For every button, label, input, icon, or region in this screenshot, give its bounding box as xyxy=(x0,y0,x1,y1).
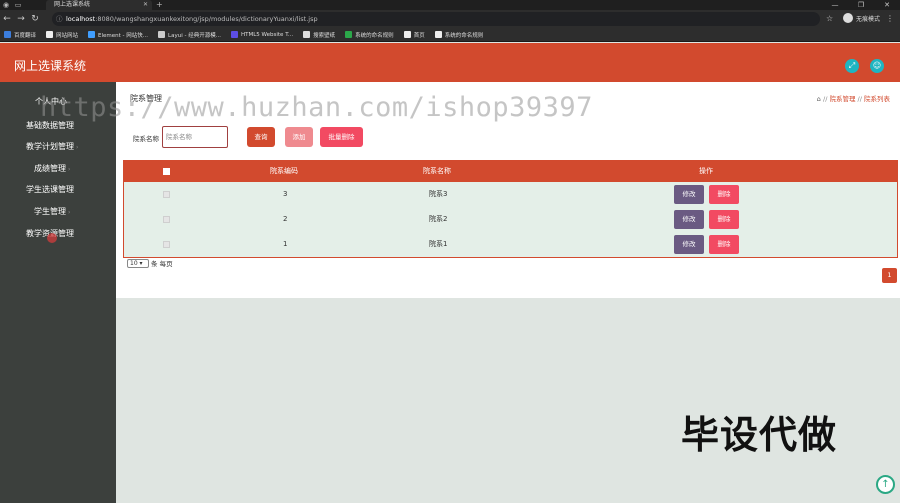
bookmark-icon xyxy=(403,31,411,38)
tab-overview-icon[interactable]: ▭ xyxy=(12,0,24,10)
cell-code: 3 xyxy=(283,190,288,198)
bookmark-icon xyxy=(303,31,311,38)
bookmarks-bar: 百度翻译 网站网站 Element - 网站快... Layui - 经典开源模… xyxy=(0,28,900,42)
bookmark-icon xyxy=(230,31,238,38)
row-checkbox[interactable] xyxy=(163,191,170,198)
bookmark-item[interactable]: Element - 网站快... xyxy=(88,31,148,39)
bookmark-item[interactable]: 首页 xyxy=(403,31,425,39)
bookmark-item[interactable]: 系统的命名规则 xyxy=(345,31,394,39)
sidebar: 个人中心 基础数据管理 教学计划管理› 成绩管理› 学生选课管理 学生管理› 教… xyxy=(0,82,116,503)
minimize-icon[interactable]: — xyxy=(822,0,848,10)
bookmark-icon xyxy=(4,31,11,38)
app-header: 网上选课系统 ⤢ ☺ xyxy=(0,43,900,82)
reload-icon[interactable]: ↻ xyxy=(28,14,42,24)
breadcrumb-item: 院系列表 xyxy=(864,95,890,103)
forward-icon[interactable]: → xyxy=(14,14,28,24)
table-row: 1 院系1 修改 删除 xyxy=(124,232,897,257)
edit-button[interactable]: 修改 xyxy=(674,210,704,229)
chevron-icon: › xyxy=(68,166,71,173)
new-tab-icon[interactable]: + xyxy=(156,0,163,10)
breadcrumb-item[interactable]: 院系管理 xyxy=(829,95,855,103)
bookmark-item[interactable]: 系统的命名规则 xyxy=(434,31,483,39)
column-header: 院系名称 xyxy=(423,167,451,175)
cell-code: 2 xyxy=(283,215,288,223)
bookmark-item[interactable]: HTML5 Website T... xyxy=(230,31,293,38)
chevron-icon: › xyxy=(68,209,71,216)
more-menu-icon[interactable]: ⋮ xyxy=(886,14,894,23)
table-row: 2 院系2 修改 删除 xyxy=(124,207,897,232)
search-label: 院系名称 xyxy=(133,135,159,143)
cell-name: 院系3 xyxy=(429,190,448,198)
scroll-to-top-icon[interactable]: ↑ xyxy=(876,475,895,494)
promo-stamp: 毕设代做 xyxy=(681,413,838,457)
breadcrumb: ⌂ // 院系管理 // 院系列表 xyxy=(816,95,890,103)
bookmark-icon xyxy=(46,31,54,38)
bookmark-icon xyxy=(345,31,353,38)
column-header: 院系编码 xyxy=(270,167,298,175)
close-tab-icon[interactable]: ✕ xyxy=(143,0,148,10)
window-controls: — ❐ ✕ xyxy=(822,0,900,10)
cell-code: 1 xyxy=(283,240,288,248)
cell-name: 院系1 xyxy=(429,240,448,248)
back-icon[interactable]: ← xyxy=(0,14,14,24)
browser-tab[interactable]: 网上选课系统 ✕ xyxy=(46,0,152,10)
add-button[interactable]: 添加 xyxy=(285,127,313,147)
browser-tab-bar: ◉ ▭ 网上选课系统 ✕ + — ❐ ✕ xyxy=(0,0,900,10)
delete-button[interactable]: 删除 xyxy=(709,235,739,254)
info-icon[interactable]: ⓘ xyxy=(56,12,63,26)
browser-menu-icon[interactable]: ◉ xyxy=(0,0,12,10)
column-header: 操作 xyxy=(699,167,713,175)
fullscreen-icon[interactable]: ⤢ xyxy=(845,59,859,73)
maximize-icon[interactable]: ❐ xyxy=(848,0,874,10)
address-row: ← → ↻ ⓘ localhost:8080/wangshangxuankexi… xyxy=(0,10,900,28)
bookmark-icon xyxy=(158,31,166,38)
address-bar[interactable]: ⓘ localhost:8080/wangshangxuankexitong/j… xyxy=(52,12,820,26)
incognito-profile[interactable]: 无痕模式 xyxy=(843,13,880,23)
edit-button[interactable]: 修改 xyxy=(674,185,704,204)
page-size-suffix: 条 每页 xyxy=(151,260,173,268)
profile-label: 无痕模式 xyxy=(856,15,881,23)
page-size-control: 10 ▾ 条 每页 xyxy=(127,258,173,268)
close-window-icon[interactable]: ✕ xyxy=(874,0,900,10)
search-input[interactable]: 院系名称 xyxy=(162,126,228,148)
sidebar-item-teaching-plan[interactable]: 教学计划管理 › xyxy=(26,141,78,152)
chevron-icon: › xyxy=(76,144,79,151)
cell-name: 院系2 xyxy=(429,215,448,223)
batch-delete-button[interactable]: 批量删除 xyxy=(320,127,363,147)
incognito-icon xyxy=(843,13,853,23)
user-icon[interactable]: ☺ xyxy=(870,59,884,73)
edit-button[interactable]: 修改 xyxy=(674,235,704,254)
delete-button[interactable]: 删除 xyxy=(709,210,739,229)
bookmark-item[interactable]: 百度翻译 xyxy=(4,31,36,39)
bookmark-icon xyxy=(434,31,442,38)
bookmark-item[interactable]: 网站网站 xyxy=(46,31,78,39)
bookmark-icon xyxy=(88,31,96,38)
sidebar-item-course-selection[interactable]: 学生选课管理 xyxy=(26,184,74,195)
tab-title: 网上选课系统 xyxy=(54,1,91,8)
bookmark-star-icon[interactable]: ☆ xyxy=(826,14,833,23)
page-size-select[interactable]: 10 ▾ xyxy=(127,258,149,268)
row-checkbox[interactable] xyxy=(163,216,170,223)
pagination-page[interactable]: 1 xyxy=(882,268,897,283)
delete-button[interactable]: 删除 xyxy=(709,185,739,204)
row-checkbox[interactable] xyxy=(163,241,170,248)
table-header: 院系编码 院系名称 操作 xyxy=(124,161,897,182)
sidebar-item-students[interactable]: 学生管理 › xyxy=(34,206,70,217)
home-icon[interactable]: ⌂ xyxy=(817,95,821,103)
bookmark-item[interactable]: Layui - 经典开源模... xyxy=(158,31,221,39)
sidebar-item-grades[interactable]: 成绩管理 › xyxy=(34,163,70,174)
url-path: :8080/wangshangxuankexitong/jsp/modules/… xyxy=(95,15,318,23)
table-row: 3 院系3 修改 删除 xyxy=(124,182,897,207)
query-button[interactable]: 查询 xyxy=(247,127,275,147)
select-all-checkbox[interactable] xyxy=(163,168,170,175)
url-host: localhost xyxy=(66,15,96,23)
watermark-text: https://www.huzhan.com/ishop39397 xyxy=(40,92,593,123)
bookmark-item[interactable]: 搜索壁纸 xyxy=(303,31,335,39)
data-table: 院系编码 院系名称 操作 3 院系3 修改 删除 2 院系2 修改 删除 1 院… xyxy=(123,160,898,258)
mouse-cursor xyxy=(47,233,57,243)
